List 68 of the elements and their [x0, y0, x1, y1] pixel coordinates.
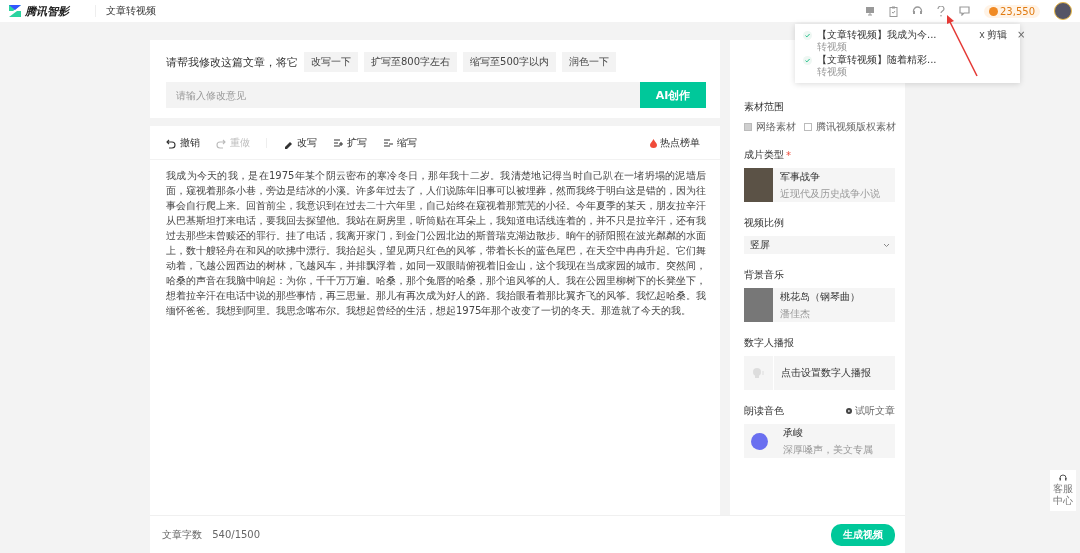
- undo-icon: [166, 137, 176, 149]
- music-card[interactable]: 桃花岛（钢琴曲） 潘佳杰: [744, 288, 895, 322]
- toolbar-button[interactable]: 改写: [283, 136, 317, 150]
- hot-list-link[interactable]: 热点榜单: [644, 135, 706, 151]
- page-title: 文章转视频: [95, 5, 156, 17]
- expand-text-icon: [333, 137, 343, 149]
- suggestion-chip[interactable]: 润色一下: [562, 52, 617, 72]
- toolbar-button[interactable]: 缩写: [383, 136, 417, 150]
- coin-icon: [989, 6, 998, 16]
- prompt-label: 请帮我修改这篇文章，将它: [166, 54, 298, 70]
- suggestion-chip[interactable]: 缩写至500字以内: [463, 52, 557, 72]
- section-title: 素材范围: [744, 100, 785, 114]
- person-speaking-icon: [752, 368, 765, 378]
- notification-subtitle: 转视频: [817, 41, 848, 53]
- section-title: 朗读音色: [744, 404, 784, 418]
- word-count: 540/1500: [212, 529, 261, 540]
- chevron-down-icon: [884, 243, 889, 247]
- checkbox[interactable]: [744, 123, 752, 131]
- section-title: 背景音乐: [744, 268, 785, 282]
- checkbox[interactable]: [804, 123, 812, 131]
- redo-icon: [216, 137, 226, 149]
- suggestion-chip[interactable]: 扩写至800字左右: [364, 52, 458, 72]
- check-icon: [803, 30, 812, 40]
- music-artist: 潘佳杰: [780, 306, 811, 321]
- article-text: 我成为今天的我，是在1975年某个阴云密布的寒冷冬日，那年我十二岁。我清楚地记得当时自己趴在一堵坍塌的泥墙后面，窥视着那条小巷，旁边是结冰的小溪。许多年过去了，人们说陈年旧事可以被埋葬，然而我终于明白这是错的，因为往事会自行爬上来。回首前尘，我意识到在过去二十六年里，自己始终在窥视着那荒芜的小径。今年夏季的某天，朋友拉辛汗从巴基斯坦打来电话，要我回去探望他。我站在厨房里，听筒贴在耳朵上，我知道电话线连着的，并不只是拉辛汗，还有我过去那些未曾赎还的罪行。挂了电话，我离开家门，到金门公园北边的斯普瑞克湖边散步。晌午的骄阳照在波光粼粼的水面上，数十艘轻舟在和风的吹拂中漂行。我抬起头，望见两只红色的风筝，带着长长的蓝色尾巴，在天空中冉冉升起。它们舞动着，飞越公园西边的树林，飞越风车，并排飘浮着，如同一双眼睛俯视着旧金山，这个我现在当成家园的城市。突然间，哈桑的声音在我脑中响起：为你，千千万万遍。哈桑，那个兔唇的哈桑，那个追风筝的人。我在公园里柳树下的长凳坐下，想着拉辛汗在电话中说的那些事情，再三思量。那儿有再次成为好人的路。我抬眼看着那比翼齐飞的风筝。我忆起哈桑。我缅怀爸爸。我想到阿里。我思念喀布尔。我想起曾经的生活，想起1975年那个改变了一切的冬天。那造就了今天的我。: [165, 169, 707, 318]
- film-type-card[interactable]: 军事战争 近现代及历史战争小说: [744, 168, 895, 202]
- music-name: 桃花岛（钢琴曲）: [780, 289, 860, 304]
- film-type-name: 军事战争: [780, 169, 821, 184]
- notification-subtitle: 转视频: [817, 66, 848, 78]
- digital-human-action: 点击设置数字人播报: [781, 366, 871, 380]
- suggestion-chip[interactable]: 改写一下: [304, 52, 358, 72]
- photo-placeholder: [744, 288, 773, 322]
- notification-title: 【文章转视频】我成为今...: [817, 29, 938, 41]
- material-checkbox[interactable]: 腾讯视频版权素材: [804, 120, 896, 134]
- section-title: 数字人播报: [744, 336, 795, 350]
- logo-icon: [8, 5, 22, 17]
- logo-text: 腾讯智影: [25, 3, 69, 19]
- monitor-icon[interactable]: [865, 6, 875, 16]
- headset-icon[interactable]: [912, 6, 923, 16]
- help-icon[interactable]: [937, 5, 945, 17]
- material-checkbox[interactable]: 网络素材: [744, 120, 796, 134]
- shrink-text-icon: [383, 137, 393, 149]
- pointer-arrow: [947, 15, 978, 77]
- scissors-icon: [979, 32, 985, 38]
- voice-name: 承峻: [783, 425, 804, 440]
- close-button[interactable]: ×: [1017, 29, 1026, 41]
- film-type-desc: 近现代及历史战争小说: [780, 186, 880, 201]
- voice-card[interactable]: 承峻 深厚嗓声，美文专属: [744, 424, 895, 458]
- user-avatar[interactable]: [1054, 2, 1072, 20]
- required-mark: *: [786, 149, 791, 161]
- photo-placeholder: [744, 168, 773, 202]
- clipboard-icon[interactable]: [889, 5, 898, 17]
- notification-title: 【文章转视频】随着精彩...: [817, 54, 938, 66]
- section-title: 成片类型: [744, 148, 784, 162]
- section-title: 视频比例: [744, 216, 785, 230]
- toolbar-button[interactable]: 扩写: [333, 136, 367, 150]
- avatar-placeholder: [751, 432, 768, 450]
- ratio-dropdown[interactable]: 竖屏: [744, 236, 895, 254]
- digital-human-card[interactable]: 点击设置数字人播报: [744, 356, 895, 390]
- preview-button[interactable]: 试听文章: [846, 404, 895, 418]
- voice-desc: 深厚嗓声，美文专属: [783, 442, 873, 457]
- revision-input[interactable]: 请输入修改意见: [166, 82, 640, 108]
- word-count-label: 文章字数: [162, 527, 202, 542]
- toolbar-button[interactable]: 撤销: [166, 136, 200, 150]
- check-icon: [803, 55, 812, 65]
- message-icon[interactable]: [959, 6, 970, 16]
- edit-link[interactable]: 剪辑: [979, 29, 1007, 41]
- headset-icon: [1059, 474, 1067, 481]
